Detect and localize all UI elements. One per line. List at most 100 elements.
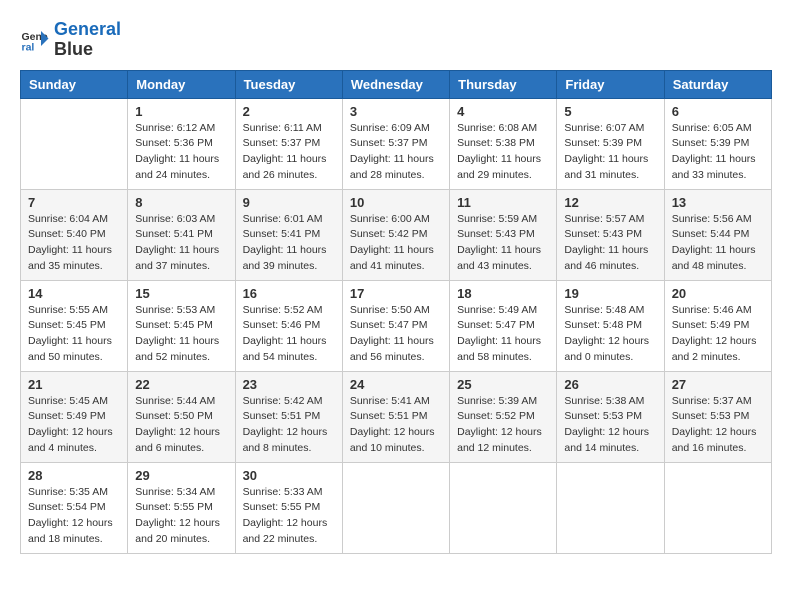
calendar-cell: 4 Sunrise: 6:08 AM Sunset: 5:38 PM Daylig… xyxy=(450,98,557,189)
day-header-tuesday: Tuesday xyxy=(235,70,342,98)
calendar-cell: 9 Sunrise: 6:01 AM Sunset: 5:41 PM Daylig… xyxy=(235,189,342,280)
day-info: Sunrise: 5:53 AM Sunset: 5:45 PM Dayligh… xyxy=(135,303,227,366)
calendar-cell: 17 Sunrise: 5:50 AM Sunset: 5:47 PM Dayli… xyxy=(342,280,449,371)
calendar-week-row: 21 Sunrise: 5:45 AM Sunset: 5:49 PM Dayli… xyxy=(21,371,772,462)
day-number: 17 xyxy=(350,286,442,301)
calendar-cell: 28 Sunrise: 5:35 AM Sunset: 5:54 PM Dayli… xyxy=(21,462,128,553)
day-number: 20 xyxy=(672,286,764,301)
calendar-cell xyxy=(557,462,664,553)
day-header-wednesday: Wednesday xyxy=(342,70,449,98)
day-header-monday: Monday xyxy=(128,70,235,98)
day-number: 30 xyxy=(243,468,335,483)
day-number: 12 xyxy=(564,195,656,210)
calendar-cell xyxy=(21,98,128,189)
day-number: 9 xyxy=(243,195,335,210)
calendar-cell xyxy=(342,462,449,553)
day-number: 26 xyxy=(564,377,656,392)
day-info: Sunrise: 6:12 AM Sunset: 5:36 PM Dayligh… xyxy=(135,121,227,184)
day-header-friday: Friday xyxy=(557,70,664,98)
day-info: Sunrise: 6:01 AM Sunset: 5:41 PM Dayligh… xyxy=(243,212,335,275)
day-info: Sunrise: 5:57 AM Sunset: 5:43 PM Dayligh… xyxy=(564,212,656,275)
day-info: Sunrise: 6:05 AM Sunset: 5:39 PM Dayligh… xyxy=(672,121,764,184)
day-number: 27 xyxy=(672,377,764,392)
calendar-header-row: SundayMondayTuesdayWednesdayThursdayFrid… xyxy=(21,70,772,98)
day-header-saturday: Saturday xyxy=(664,70,771,98)
calendar-cell: 10 Sunrise: 6:00 AM Sunset: 5:42 PM Dayli… xyxy=(342,189,449,280)
day-number: 8 xyxy=(135,195,227,210)
calendar-cell: 2Sunrise: 6:11 AM Sunset: 5:37 PM Daylig… xyxy=(235,98,342,189)
calendar-week-row: 7 Sunrise: 6:04 AM Sunset: 5:40 PM Daylig… xyxy=(21,189,772,280)
day-number: 4 xyxy=(457,104,549,119)
calendar-week-row: 28 Sunrise: 5:35 AM Sunset: 5:54 PM Dayli… xyxy=(21,462,772,553)
day-number: 6 xyxy=(672,104,764,119)
day-info: Sunrise: 6:04 AM Sunset: 5:40 PM Dayligh… xyxy=(28,212,120,275)
day-info: Sunrise: 5:37 AM Sunset: 5:53 PM Dayligh… xyxy=(672,394,764,457)
day-header-thursday: Thursday xyxy=(450,70,557,98)
day-info: Sunrise: 5:59 AM Sunset: 5:43 PM Dayligh… xyxy=(457,212,549,275)
logo: Gene ral General Blue xyxy=(20,20,121,60)
day-info: Sunrise: 6:00 AM Sunset: 5:42 PM Dayligh… xyxy=(350,212,442,275)
day-number: 10 xyxy=(350,195,442,210)
calendar-cell: 21 Sunrise: 5:45 AM Sunset: 5:49 PM Dayli… xyxy=(21,371,128,462)
day-info: Sunrise: 5:45 AM Sunset: 5:49 PM Dayligh… xyxy=(28,394,120,457)
day-number: 25 xyxy=(457,377,549,392)
day-number: 22 xyxy=(135,377,227,392)
calendar-cell: 19 Sunrise: 5:48 AM Sunset: 5:48 PM Dayli… xyxy=(557,280,664,371)
day-header-sunday: Sunday xyxy=(21,70,128,98)
day-number: 1 xyxy=(135,104,227,119)
day-info: Sunrise: 5:50 AM Sunset: 5:47 PM Dayligh… xyxy=(350,303,442,366)
calendar-week-row: 1 Sunrise: 6:12 AM Sunset: 5:36 PM Daylig… xyxy=(21,98,772,189)
day-number: 3 xyxy=(350,104,442,119)
calendar-cell: 18 Sunrise: 5:49 AM Sunset: 5:47 PM Dayli… xyxy=(450,280,557,371)
day-info: Sunrise: 5:49 AM Sunset: 5:47 PM Dayligh… xyxy=(457,303,549,366)
calendar-cell: 27 Sunrise: 5:37 AM Sunset: 5:53 PM Dayli… xyxy=(664,371,771,462)
calendar-table: SundayMondayTuesdayWednesdayThursdayFrid… xyxy=(20,70,772,554)
day-number: 21 xyxy=(28,377,120,392)
svg-text:ral: ral xyxy=(22,41,35,53)
day-number: 23 xyxy=(243,377,335,392)
calendar-cell: 7 Sunrise: 6:04 AM Sunset: 5:40 PM Daylig… xyxy=(21,189,128,280)
day-info: Sunrise: 5:33 AM Sunset: 5:55 PM Dayligh… xyxy=(243,485,335,548)
calendar-cell: 5Sunrise: 6:07 AM Sunset: 5:39 PM Daylig… xyxy=(557,98,664,189)
calendar-cell: 6 Sunrise: 6:05 AM Sunset: 5:39 PM Daylig… xyxy=(664,98,771,189)
day-info: Sunrise: 5:48 AM Sunset: 5:48 PM Dayligh… xyxy=(564,303,656,366)
day-info: Sunrise: 5:39 AM Sunset: 5:52 PM Dayligh… xyxy=(457,394,549,457)
day-info: Sunrise: 5:35 AM Sunset: 5:54 PM Dayligh… xyxy=(28,485,120,548)
page-header: Gene ral General Blue xyxy=(20,20,772,60)
day-info: Sunrise: 5:41 AM Sunset: 5:51 PM Dayligh… xyxy=(350,394,442,457)
calendar-cell xyxy=(450,462,557,553)
calendar-cell: 12 Sunrise: 5:57 AM Sunset: 5:43 PM Dayli… xyxy=(557,189,664,280)
day-info: Sunrise: 6:08 AM Sunset: 5:38 PM Dayligh… xyxy=(457,121,549,184)
day-number: 18 xyxy=(457,286,549,301)
calendar-week-row: 14Sunrise: 5:55 AM Sunset: 5:45 PM Dayli… xyxy=(21,280,772,371)
calendar-cell: 26Sunrise: 5:38 AM Sunset: 5:53 PM Dayli… xyxy=(557,371,664,462)
calendar-cell: 8 Sunrise: 6:03 AM Sunset: 5:41 PM Daylig… xyxy=(128,189,235,280)
day-info: Sunrise: 5:34 AM Sunset: 5:55 PM Dayligh… xyxy=(135,485,227,548)
calendar-cell: 24Sunrise: 5:41 AM Sunset: 5:51 PM Dayli… xyxy=(342,371,449,462)
day-info: Sunrise: 5:55 AM Sunset: 5:45 PM Dayligh… xyxy=(28,303,120,366)
calendar-cell: 11Sunrise: 5:59 AM Sunset: 5:43 PM Dayli… xyxy=(450,189,557,280)
calendar-cell: 29 Sunrise: 5:34 AM Sunset: 5:55 PM Dayli… xyxy=(128,462,235,553)
day-number: 28 xyxy=(28,468,120,483)
day-number: 16 xyxy=(243,286,335,301)
day-number: 13 xyxy=(672,195,764,210)
logo-icon: Gene ral xyxy=(20,25,50,55)
day-info: Sunrise: 5:52 AM Sunset: 5:46 PM Dayligh… xyxy=(243,303,335,366)
calendar-cell: 23Sunrise: 5:42 AM Sunset: 5:51 PM Dayli… xyxy=(235,371,342,462)
calendar-cell xyxy=(664,462,771,553)
day-info: Sunrise: 6:09 AM Sunset: 5:37 PM Dayligh… xyxy=(350,121,442,184)
calendar-cell: 22Sunrise: 5:44 AM Sunset: 5:50 PM Dayli… xyxy=(128,371,235,462)
calendar-cell: 15Sunrise: 5:53 AM Sunset: 5:45 PM Dayli… xyxy=(128,280,235,371)
day-number: 19 xyxy=(564,286,656,301)
calendar-cell: 25 Sunrise: 5:39 AM Sunset: 5:52 PM Dayli… xyxy=(450,371,557,462)
day-number: 2 xyxy=(243,104,335,119)
day-info: Sunrise: 6:07 AM Sunset: 5:39 PM Dayligh… xyxy=(564,121,656,184)
day-info: Sunrise: 5:46 AM Sunset: 5:49 PM Dayligh… xyxy=(672,303,764,366)
day-info: Sunrise: 5:56 AM Sunset: 5:44 PM Dayligh… xyxy=(672,212,764,275)
calendar-cell: 14Sunrise: 5:55 AM Sunset: 5:45 PM Dayli… xyxy=(21,280,128,371)
day-info: Sunrise: 6:03 AM Sunset: 5:41 PM Dayligh… xyxy=(135,212,227,275)
calendar-cell: 16 Sunrise: 5:52 AM Sunset: 5:46 PM Dayli… xyxy=(235,280,342,371)
day-number: 29 xyxy=(135,468,227,483)
day-number: 7 xyxy=(28,195,120,210)
calendar-cell: 13 Sunrise: 5:56 AM Sunset: 5:44 PM Dayli… xyxy=(664,189,771,280)
